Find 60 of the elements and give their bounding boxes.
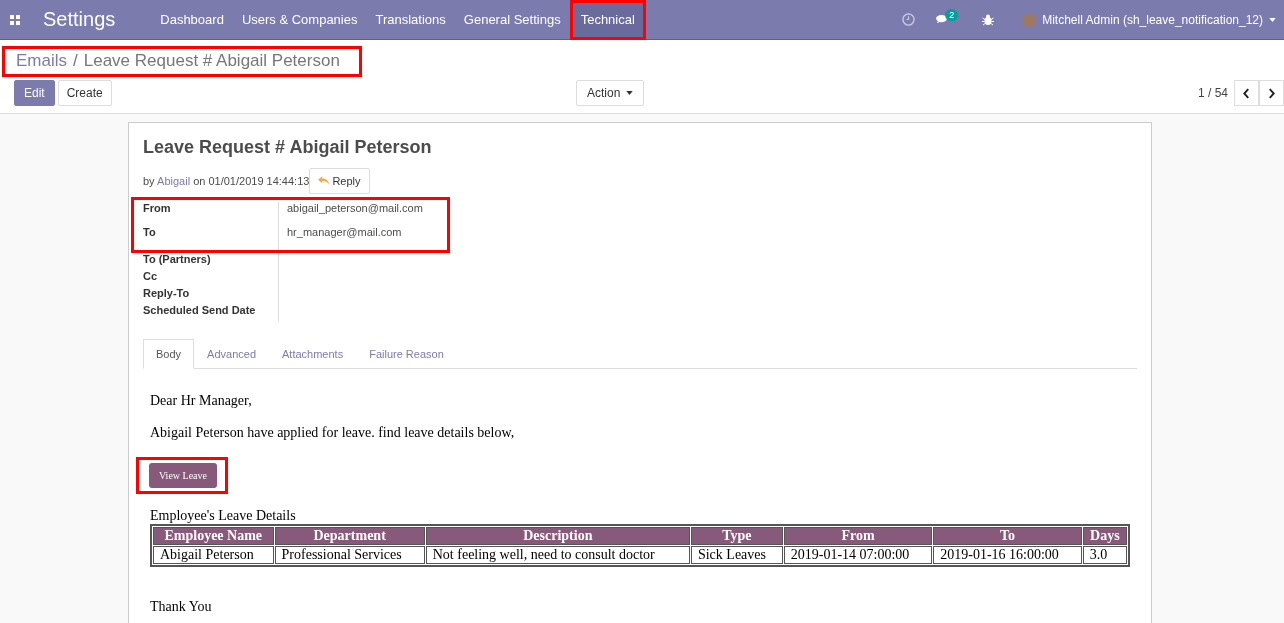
breadcrumb-current: Leave Request # Abigail Peterson <box>83 51 340 71</box>
table-cell: 2019-01-14 07:00:00 <box>783 546 933 564</box>
create-button[interactable]: Create <box>57 80 112 106</box>
menu-item[interactable]: Translations <box>366 0 455 40</box>
caret-icon[interactable] <box>1269 17 1276 22</box>
table-cell: Professional Services <box>274 546 425 564</box>
reply-button[interactable]: Reply <box>309 168 370 194</box>
column-header: From <box>783 527 933 545</box>
column-header: Days <box>1082 527 1127 545</box>
field-label: To (Partners) <box>143 253 279 270</box>
chevron-right-icon <box>1268 87 1275 99</box>
action-dropdown[interactable]: Action <box>576 80 645 106</box>
column-header: To <box>933 527 1082 545</box>
greeting-text: Dear Hr Manager, <box>150 393 253 409</box>
email-subject: Leave Request # Abigail Peterson <box>143 137 433 158</box>
field-value: hr_manager@mail.com <box>286 226 402 240</box>
user-menu[interactable]: Mitchell Admin (sh_leave_notification_12) <box>1042 12 1263 27</box>
author-link[interactable]: Abigail <box>157 175 191 187</box>
menu-item[interactable]: Technical <box>569 0 646 40</box>
table-caption: Employee's Leave Details <box>150 508 297 524</box>
field-label: Cc <box>143 270 279 287</box>
table-cell: 2019-01-16 16:00:00 <box>933 546 1082 564</box>
field-label: From <box>143 202 279 226</box>
notebook-tab[interactable]: Attachments <box>269 339 357 369</box>
apps-menu-icon[interactable] <box>10 14 20 25</box>
field-label: Scheduled Send Date <box>143 304 279 321</box>
author-line: by Abigail on 01/01/2019 14:44:13 <box>143 175 310 187</box>
breadcrumb-link[interactable]: Emails <box>16 51 67 71</box>
table-cell: Sick Leaves <box>690 546 783 564</box>
next-button[interactable] <box>1259 80 1284 106</box>
menu-item[interactable]: General Settings <box>454 0 570 40</box>
pager-counter: 1 / 54 <box>1197 86 1228 100</box>
column-header: Employee Name <box>153 527 274 545</box>
chevron-left-icon <box>1243 87 1250 99</box>
bug-icon[interactable] <box>982 13 995 26</box>
column-header: Department <box>274 527 425 545</box>
notebook-tab[interactable]: Failure Reason <box>356 339 457 369</box>
closing-text: Thank You <box>150 599 213 615</box>
table-cell: 3.0 <box>1082 546 1127 564</box>
table-cell: Abigail Peterson <box>153 546 274 564</box>
column-header: Type <box>690 527 783 545</box>
notebook-tab[interactable]: Advanced <box>194 339 269 369</box>
column-header: Description <box>425 527 690 545</box>
reply-arrow-icon <box>318 176 331 186</box>
intro-text: Abigail Peterson have applied for leave. find leave details below, <box>150 425 516 441</box>
menu-item[interactable]: Users & Companies <box>232 0 367 40</box>
previous-button[interactable] <box>1234 80 1259 106</box>
notebook-tab[interactable]: Body <box>143 339 195 369</box>
view-leave-button[interactable]: View Leave <box>149 463 217 488</box>
field-value: abigail_peterson@mail.com <box>286 202 423 216</box>
edit-button[interactable]: Edit <box>14 80 55 106</box>
caret-icon <box>626 91 634 95</box>
message-count-badge: 2 <box>945 8 959 21</box>
table-cell: Not feeling well, need to consult doctor <box>425 546 690 564</box>
field-label: To <box>143 226 279 250</box>
field-label: Reply-To <box>143 287 279 304</box>
app-title: Settings <box>43 8 116 31</box>
menu-item[interactable]: Dashboard <box>151 0 233 40</box>
breadcrumb-separator: / <box>73 51 78 71</box>
clock-icon[interactable] <box>902 13 916 26</box>
